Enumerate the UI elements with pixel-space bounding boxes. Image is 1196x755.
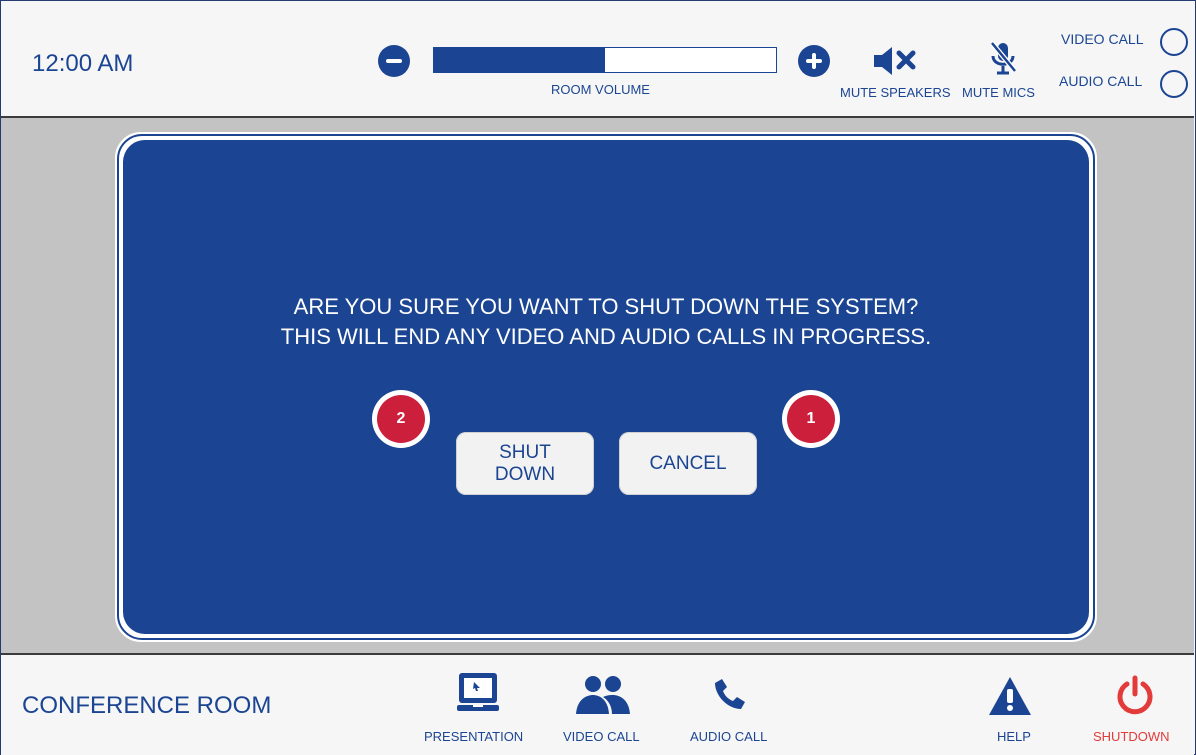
cancel-label: CANCEL bbox=[649, 452, 727, 474]
mute-mics-button[interactable]: MUTE MICS bbox=[960, 38, 1046, 104]
warning-icon bbox=[989, 677, 1031, 715]
power-icon bbox=[1117, 675, 1153, 715]
video-call-nav-label: VIDEO CALL bbox=[563, 729, 640, 744]
room-volume-label: ROOM VOLUME bbox=[551, 82, 650, 97]
shutdown-confirm-label-line-2: DOWN bbox=[494, 463, 556, 485]
shutdown-confirm-button[interactable]: SHUT DOWN bbox=[456, 432, 594, 495]
audio-call-mode-radio[interactable] bbox=[1160, 70, 1188, 98]
presentation-label: PRESENTATION bbox=[424, 729, 524, 744]
shutdown-nav-label: SHUTDOWN bbox=[1093, 729, 1170, 744]
step-badge-1: 1 bbox=[782, 390, 840, 448]
room-volume-level bbox=[434, 48, 605, 72]
dialog-message-line-1: ARE YOU SURE YOU WANT TO SHUT DOWN THE S… bbox=[293, 294, 919, 319]
shutdown-nav-button[interactable]: SHUTDOWN bbox=[1085, 665, 1185, 749]
video-call-mode-radio[interactable] bbox=[1160, 28, 1188, 56]
mic-off-icon bbox=[990, 41, 1017, 75]
room-name: CONFERENCE ROOM bbox=[22, 692, 272, 719]
mute-mics-label: MUTE MICS bbox=[962, 85, 1035, 100]
audio-call-nav-label: AUDIO CALL bbox=[690, 729, 768, 744]
dialog-message-line-2: THIS WILL END ANY VIDEO AND AUDIO CALLS … bbox=[280, 324, 932, 349]
shutdown-confirm-dialog bbox=[123, 140, 1089, 634]
mute-speakers-label: MUTE SPEAKERS bbox=[840, 85, 951, 100]
video-call-nav-button[interactable]: VIDEO CALL bbox=[555, 665, 655, 749]
speaker-mute-icon bbox=[874, 47, 916, 75]
volume-down-button[interactable] bbox=[378, 45, 410, 77]
people-icon bbox=[576, 676, 630, 714]
cancel-button[interactable]: CANCEL bbox=[619, 432, 757, 495]
audio-call-mode-label: AUDIO CALL bbox=[1059, 73, 1143, 89]
video-call-mode-label: VIDEO CALL bbox=[1061, 31, 1144, 47]
volume-up-button[interactable] bbox=[798, 45, 830, 77]
audio-call-nav-button[interactable]: AUDIO CALL bbox=[680, 665, 780, 749]
phone-icon bbox=[715, 679, 745, 709]
clock: 12:00 AM bbox=[32, 50, 134, 77]
step-badge-2: 2 bbox=[372, 390, 430, 448]
dialog-message: ARE YOU SURE YOU WANT TO SHUT DOWN THE S… bbox=[123, 292, 1089, 352]
presentation-button[interactable]: PRESENTATION bbox=[420, 665, 540, 749]
room-volume-slider[interactable] bbox=[433, 47, 777, 73]
mute-speakers-button[interactable]: MUTE SPEAKERS bbox=[838, 38, 951, 104]
step-badge-2-number: 2 bbox=[377, 395, 425, 443]
help-button[interactable]: HELP bbox=[975, 665, 1045, 749]
step-badge-1-number: 1 bbox=[787, 395, 835, 443]
laptop-icon bbox=[457, 673, 499, 711]
help-label: HELP bbox=[997, 729, 1031, 744]
shutdown-confirm-label-line-1: SHUT bbox=[499, 441, 551, 463]
